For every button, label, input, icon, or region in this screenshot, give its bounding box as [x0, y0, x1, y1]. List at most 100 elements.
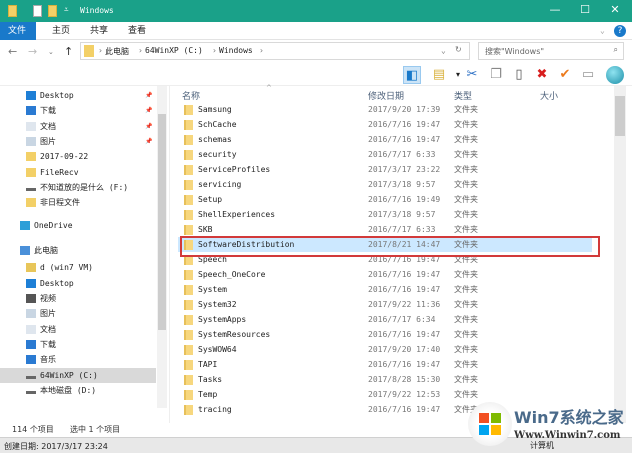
- copy-icon[interactable]: ❐: [487, 66, 505, 84]
- file-type: 文件夹: [454, 195, 478, 204]
- pin-icon[interactable]: 📌: [145, 103, 152, 118]
- search-icon: ⌕: [613, 45, 618, 54]
- file-row[interactable]: System 2016/7/16 19:47 文件夹: [178, 282, 592, 297]
- search-input[interactable]: 搜索"Windows" ⌕: [478, 42, 624, 60]
- sidebar-item-label: 文档: [40, 324, 56, 334]
- sidebar-item-label: 非日程文件: [40, 198, 80, 208]
- file-row[interactable]: SystemResources 2016/7/16 19:47 文件夹: [178, 327, 592, 342]
- file-row[interactable]: Setup 2016/7/16 19:49 文件夹: [178, 192, 592, 207]
- sidebar-item[interactable]: 64WinXP (C:): [0, 367, 156, 383]
- folder-icon: [184, 105, 193, 115]
- folder-icon: [26, 198, 36, 208]
- file-date: 2016/7/17 6:34: [368, 315, 436, 324]
- tab-home[interactable]: 主页: [44, 22, 78, 40]
- sidebar-item[interactable]: 下载: [0, 337, 156, 352]
- back-button[interactable]: ←: [8, 45, 17, 58]
- file-row[interactable]: SchCache 2016/7/16 19:47 文件夹: [178, 117, 592, 132]
- up-button[interactable]: ↑: [64, 45, 73, 58]
- cut-icon[interactable]: ✂: [463, 66, 481, 84]
- close-button[interactable]: ✕: [600, 3, 630, 19]
- sidebar-item[interactable]: 视频: [0, 291, 156, 306]
- file-date: 2017/9/20 17:40: [368, 345, 441, 354]
- folder-icon: [184, 210, 193, 220]
- column-date[interactable]: 修改日期: [368, 89, 404, 102]
- folder-icon: [184, 270, 193, 280]
- minimize-button[interactable]: —: [540, 3, 570, 19]
- file-row[interactable]: Tasks 2017/8/28 15:30 文件夹: [178, 372, 592, 387]
- file-row[interactable]: TAPI 2016/7/16 19:47 文件夹: [178, 357, 592, 372]
- folder-icon: [26, 167, 36, 177]
- file-row[interactable]: schemas 2016/7/16 19:47 文件夹: [178, 132, 592, 147]
- file-list-scrollbar[interactable]: [614, 86, 626, 423]
- paste-icon[interactable]: ▯: [510, 66, 528, 84]
- sidebar-item[interactable]: 本地磁盘 (D:): [0, 383, 156, 398]
- expand-ribbon-icon[interactable]: ⌄: [600, 26, 605, 35]
- sidebar-item[interactable]: 图片 📌: [0, 134, 156, 149]
- sidebar-item[interactable]: Desktop 📌: [0, 88, 156, 103]
- delete-icon[interactable]: ✖: [533, 66, 551, 84]
- sidebar-item[interactable]: 2017-09-22: [0, 149, 156, 164]
- file-row[interactable]: SysWOW64 2017/9/20 17:40 文件夹: [178, 342, 592, 357]
- file-row[interactable]: ServiceProfiles 2017/3/17 23:22 文件夹: [178, 162, 592, 177]
- sort-ascending-icon: ^: [266, 84, 272, 92]
- check-icon[interactable]: ✔: [556, 66, 574, 84]
- maximize-button[interactable]: ☐: [570, 3, 600, 19]
- sidebar-item[interactable]: d (win7 VM): [0, 260, 156, 275]
- file-date: 2017/9/20 17:39: [368, 105, 441, 114]
- file-row[interactable]: security 2016/7/17 6:33 文件夹: [178, 147, 592, 162]
- file-row[interactable]: SystemApps 2016/7/17 6:34 文件夹: [178, 312, 592, 327]
- file-list-scrollbar-thumb[interactable]: [615, 96, 625, 136]
- column-size[interactable]: 大小: [540, 89, 558, 102]
- file-row[interactable]: ShellExperiences 2017/3/18 9:57 文件夹: [178, 207, 592, 222]
- sidebar-item[interactable]: 此电脑: [0, 243, 156, 258]
- sidebar-scrollbar-thumb[interactable]: [158, 114, 166, 330]
- sidebar-item[interactable]: 文档: [0, 322, 156, 337]
- layout-button[interactable]: ▤: [430, 66, 448, 84]
- breadcrumb-drive-c[interactable]: 64WinXP (C:): [145, 46, 203, 55]
- file-row[interactable]: SKB 2016/7/17 6:33 文件夹: [178, 222, 592, 237]
- refresh-icon[interactable]: ↻: [455, 45, 462, 54]
- properties-icon[interactable]: [33, 5, 42, 17]
- file-name: SystemResources: [198, 330, 271, 339]
- new-folder-icon[interactable]: [48, 5, 57, 17]
- column-type[interactable]: 类型: [454, 89, 472, 102]
- file-row[interactable]: Speech_OneCore 2016/7/16 19:47 文件夹: [178, 267, 592, 282]
- forward-button[interactable]: →: [28, 45, 37, 58]
- file-name: Setup: [198, 195, 223, 204]
- recent-locations-icon[interactable]: ⌄: [48, 48, 54, 56]
- breadcrumb-this-pc[interactable]: 此电脑: [105, 46, 129, 57]
- file-type: 文件夹: [454, 330, 478, 339]
- sidebar-item[interactable]: 音乐: [0, 352, 156, 367]
- sidebar-item[interactable]: OneDrive: [0, 218, 156, 233]
- rename-icon[interactable]: ▭: [579, 66, 597, 84]
- file-row[interactable]: System32 2017/9/22 11:36 文件夹: [178, 297, 592, 312]
- tab-share[interactable]: 共享: [82, 22, 116, 40]
- tab-file[interactable]: 文件: [0, 22, 36, 40]
- address-dropdown-icon[interactable]: ⌄: [441, 46, 446, 55]
- breadcrumb-windows[interactable]: Windows: [219, 46, 253, 55]
- globe-icon[interactable]: [606, 66, 624, 84]
- navigation-pane-button[interactable]: ◧: [403, 66, 421, 84]
- file-date: 2016/7/16 19:47: [368, 285, 441, 294]
- pin-icon[interactable]: 📌: [145, 119, 152, 134]
- sidebar-item[interactable]: FileRecv: [0, 165, 156, 180]
- column-name[interactable]: 名称: [182, 89, 200, 102]
- picture-icon: [26, 309, 36, 319]
- file-name: TAPI: [198, 360, 218, 369]
- file-row[interactable]: servicing 2017/3/18 9:57 文件夹: [178, 177, 592, 192]
- sidebar-item[interactable]: Desktop: [0, 276, 156, 291]
- sidebar-item[interactable]: 非日程文件: [0, 195, 156, 210]
- pin-icon[interactable]: 📌: [145, 88, 152, 103]
- address-bar[interactable]: › 此电脑 › 64WinXP (C:) › Windows › ⌄ ↻: [80, 42, 470, 60]
- download-icon: [26, 106, 36, 116]
- tab-view[interactable]: 查看: [120, 22, 154, 40]
- file-row[interactable]: Samsung 2017/9/20 17:39 文件夹: [178, 102, 592, 117]
- sidebar-item[interactable]: 图片: [0, 306, 156, 321]
- pin-icon[interactable]: 📌: [145, 134, 152, 149]
- file-date: 2016/7/16 19:49: [368, 195, 441, 204]
- customize-quick-access-icon[interactable]: ⩡: [64, 5, 69, 15]
- help-icon[interactable]: ?: [614, 25, 626, 37]
- sidebar-item[interactable]: 文档 📌: [0, 119, 156, 134]
- sidebar-item[interactable]: 不知道放的是什么 (F:): [0, 180, 156, 195]
- sidebar-item[interactable]: 下载 📌: [0, 103, 156, 118]
